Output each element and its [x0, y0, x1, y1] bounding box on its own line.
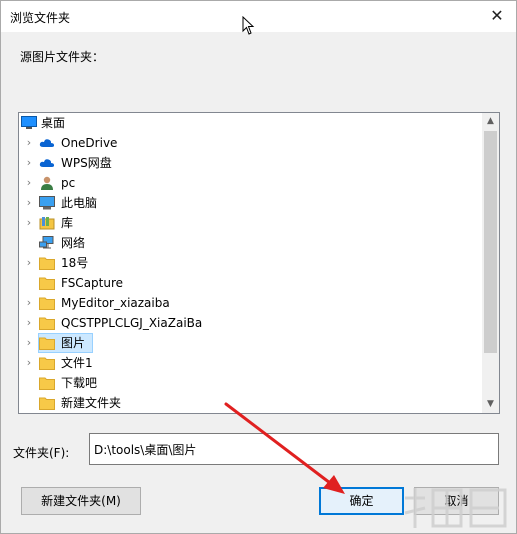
cloud-icon	[39, 136, 55, 150]
browse-folder-dialog: 浏览文件夹 ✕ 源图片文件夹： 桌面 › OneDrive › WPS网盘 › pc › 此电脑…	[0, 0, 517, 534]
tree-item-label: pc	[61, 176, 76, 190]
computer-icon	[39, 196, 55, 210]
library-icon	[39, 216, 55, 230]
tree-item-label: 网络	[61, 236, 86, 250]
tree-item[interactable]: › 18号	[19, 253, 482, 273]
chevron-right-icon[interactable]: ›	[23, 133, 35, 153]
scroll-up-icon[interactable]: ▲	[482, 113, 499, 130]
folder-icon	[39, 316, 55, 330]
scroll-thumb[interactable]	[484, 131, 497, 353]
chevron-right-icon[interactable]: ›	[23, 193, 35, 213]
tree-item-label: QCSTPPLCLGJ_XiaZaiBa	[61, 316, 203, 330]
folder-icon	[39, 396, 55, 410]
chevron-right-icon[interactable]: ›	[23, 253, 35, 273]
mouse-cursor-icon	[242, 16, 255, 35]
tree-item[interactable]: › OneDrive	[19, 133, 482, 153]
tree-item[interactable]: › MyEditor_xiazaiba	[19, 293, 482, 313]
desktop-icon	[21, 116, 37, 130]
user-icon	[39, 176, 55, 190]
folder-icon	[39, 276, 55, 290]
tree-item[interactable]: › QCSTPPLCLGJ_XiaZaiBa	[19, 313, 482, 333]
tree-item-label: 库	[61, 216, 74, 230]
tree-item[interactable]: › 库	[19, 213, 482, 233]
tree-item-label: 下载吧	[61, 376, 98, 390]
folder-path-input[interactable]	[89, 433, 499, 465]
tree-item[interactable]: 下载吧	[19, 373, 482, 393]
chevron-right-icon[interactable]: ›	[23, 173, 35, 193]
scroll-down-icon[interactable]: ▼	[482, 396, 499, 413]
tree-item[interactable]: › 此电脑	[19, 193, 482, 213]
tree-item[interactable]: 网络	[19, 233, 482, 253]
tree-item-label: WPS网盘	[61, 156, 112, 170]
title-bar: 浏览文件夹 ✕	[1, 1, 516, 32]
new-folder-button[interactable]: 新建文件夹(M)	[21, 487, 141, 515]
tree-item-label: 此电脑	[61, 196, 98, 210]
chevron-right-icon[interactable]: ›	[23, 293, 35, 313]
folder-icon	[39, 376, 55, 390]
chevron-right-icon[interactable]: ›	[23, 333, 35, 353]
window-title: 浏览文件夹	[10, 11, 71, 25]
folder-icon	[39, 296, 55, 310]
tree-item[interactable]: › 图片	[19, 333, 482, 353]
folder-icon	[39, 356, 55, 370]
tree-item-label: 桌面	[41, 116, 66, 130]
folder-tree-list: 桌面 › OneDrive › WPS网盘 › pc › 此电脑 › 库网络 › 18号 FSCaptur…	[19, 113, 482, 413]
chevron-right-icon[interactable]: ›	[23, 313, 35, 333]
tree-item[interactable]: › WPS网盘	[19, 153, 482, 173]
ok-button[interactable]: 确定	[319, 487, 404, 515]
tree-item-label: 18号	[61, 256, 89, 270]
tree-item-label: 文件1	[61, 356, 93, 370]
folder-tree[interactable]: 桌面 › OneDrive › WPS网盘 › pc › 此电脑 › 库网络 › 18号 FSCaptur…	[18, 112, 500, 414]
tree-item[interactable]: › pc	[19, 173, 482, 193]
chevron-right-icon[interactable]: ›	[23, 153, 35, 173]
cancel-button[interactable]: 取消	[414, 487, 499, 515]
tree-item-label: MyEditor_xiazaiba	[61, 296, 170, 310]
chevron-right-icon[interactable]: ›	[23, 353, 35, 373]
tree-item[interactable]: 新建文件夹	[19, 393, 482, 413]
folder-icon	[39, 256, 55, 270]
folder-field-label: 文件夹(F):	[13, 446, 70, 460]
tree-item-label: 新建文件夹	[61, 396, 122, 410]
folder-icon	[39, 336, 55, 350]
cloud-icon	[39, 156, 55, 170]
dialog-prompt: 源图片文件夹：	[20, 50, 105, 64]
chevron-right-icon[interactable]: ›	[23, 213, 35, 233]
tree-item[interactable]: FSCapture	[19, 273, 482, 293]
tree-item[interactable]: › 文件1	[19, 353, 482, 373]
tree-scrollbar[interactable]: ▲ ▼	[482, 113, 499, 413]
tree-item[interactable]: 桌面	[19, 113, 482, 133]
tree-item-label: OneDrive	[61, 136, 118, 150]
network-icon	[39, 236, 55, 250]
close-icon[interactable]: ✕	[486, 5, 508, 27]
tree-item-label: 图片	[61, 336, 86, 350]
tree-item-label: FSCapture	[61, 276, 124, 290]
